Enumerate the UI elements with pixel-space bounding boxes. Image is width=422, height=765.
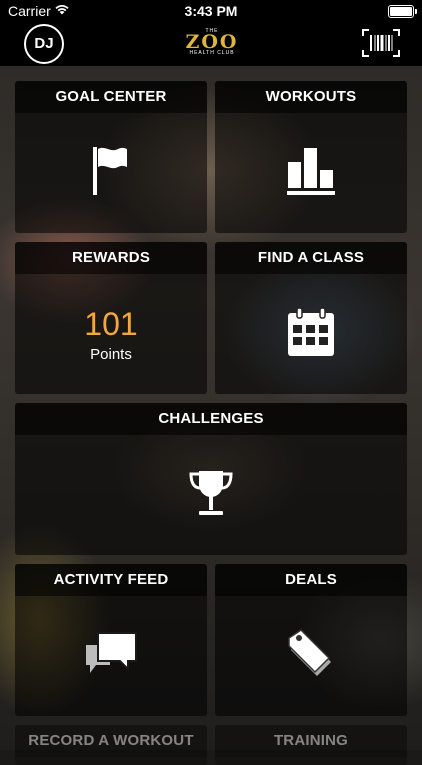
zoo-logo: THE ZOO HEALTH CLUB xyxy=(180,28,244,58)
status-bar: Carrier 3:43 PM xyxy=(0,0,422,22)
deals-title: DEALS xyxy=(215,564,407,596)
rewards-points-value: 101 xyxy=(84,305,138,342)
trophy-icon xyxy=(187,468,235,523)
clock: 3:43 PM xyxy=(184,3,238,19)
rewards-points-label: Points xyxy=(90,345,132,363)
workouts-title: WORKOUTS xyxy=(215,81,407,113)
training-tile[interactable]: TRAINING xyxy=(215,725,407,765)
profile-avatar-button[interactable]: DJ xyxy=(24,24,64,64)
deals-tile[interactable]: DEALS xyxy=(215,564,407,716)
nav-bar: DJ THE ZOO HEALTH CLUB xyxy=(0,22,422,66)
workouts-tile[interactable]: WORKOUTS xyxy=(215,81,407,233)
chat-bubbles-icon xyxy=(84,631,138,682)
logo-name: ZOO xyxy=(185,31,239,53)
calendar-icon xyxy=(287,306,335,362)
activity-feed-tile[interactable]: ACTIVITY FEED xyxy=(15,564,207,716)
battery-icon xyxy=(388,5,417,18)
barcode-scan-icon[interactable] xyxy=(362,29,400,57)
challenges-tile[interactable]: CHALLENGES xyxy=(15,403,407,555)
record-a-workout-tile[interactable]: RECORD A WORKOUT xyxy=(15,725,207,765)
training-title: TRAINING xyxy=(215,725,407,757)
tag-icon xyxy=(287,628,335,685)
bar-chart-icon xyxy=(286,146,336,201)
logo-sub: HEALTH CLUB xyxy=(189,50,235,56)
record-a-workout-title: RECORD A WORKOUT xyxy=(15,725,207,757)
rewards-tile[interactable]: REWARDS 101 Points xyxy=(15,242,207,394)
activity-feed-title: ACTIVITY FEED xyxy=(15,564,207,596)
goal-center-title: GOAL CENTER xyxy=(15,81,207,113)
flag-icon xyxy=(91,145,131,202)
challenges-title: CHALLENGES xyxy=(15,403,407,435)
find-a-class-tile[interactable]: FIND A CLASS xyxy=(215,242,407,394)
find-a-class-title: FIND A CLASS xyxy=(215,242,407,274)
goal-center-tile[interactable]: GOAL CENTER xyxy=(15,81,207,233)
rewards-title: REWARDS xyxy=(15,242,207,274)
